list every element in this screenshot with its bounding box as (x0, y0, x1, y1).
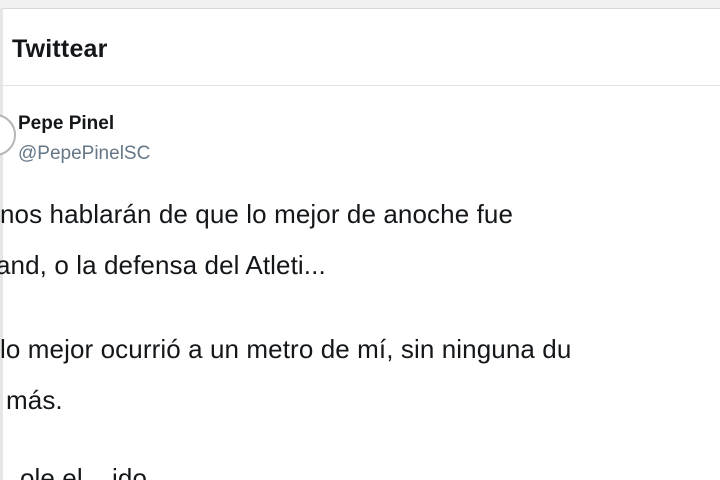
tweet-text-line: más. (6, 385, 63, 415)
tweet-text-line: ...ole el ...ido... (0, 463, 169, 480)
tweet-text-line: and, o la defensa del Atleti... (0, 250, 326, 280)
compose-header: Twittear (0, 9, 720, 86)
header-title: Twittear (12, 35, 108, 63)
tweet-compose-window: Twittear Pepe Pinel @PepePinelSC nos hab… (0, 0, 720, 480)
author-name[interactable]: Pepe Pinel (18, 113, 114, 135)
tweet-text-line: lo mejor ocurrió a un metro de mí, sin n… (0, 334, 572, 364)
author-avatar[interactable] (0, 114, 16, 156)
tweet-text-line: nos hablarán de que lo mejor de anoche f… (0, 199, 514, 229)
author-handle[interactable]: @PepePinelSC (18, 143, 150, 165)
window-top-edge (0, 0, 720, 9)
